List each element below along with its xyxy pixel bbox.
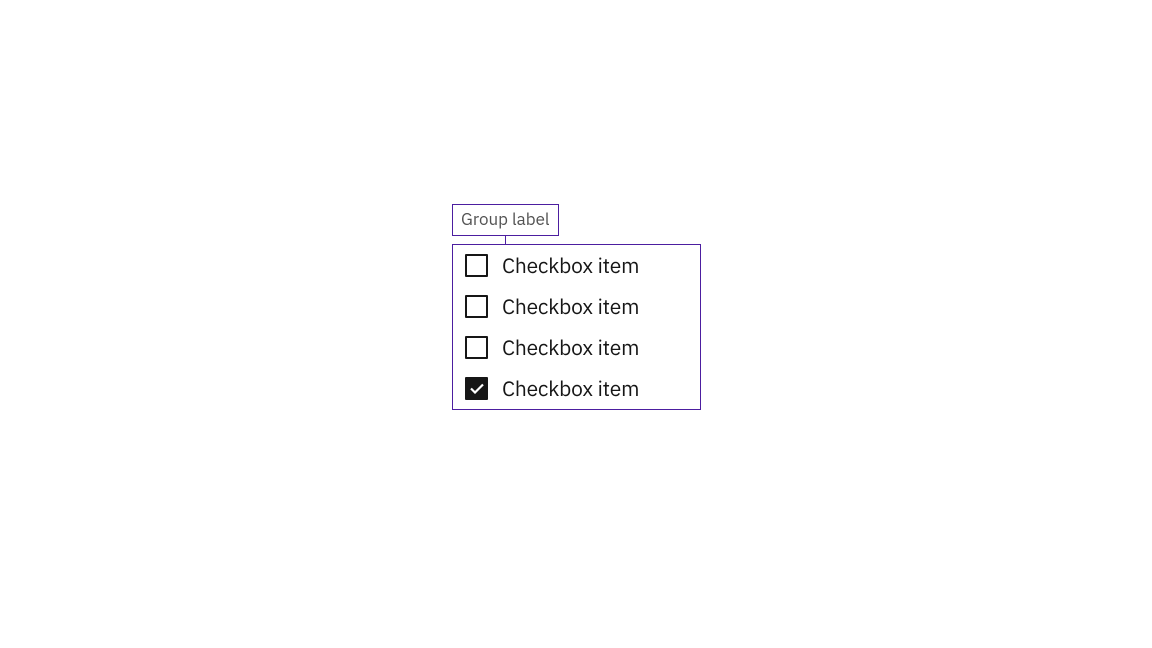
checkbox-item[interactable]: Checkbox item: [465, 253, 688, 278]
checkbox-checked-icon[interactable]: [465, 377, 488, 400]
checkbox-item[interactable]: Checkbox item: [465, 294, 688, 319]
checkbox-item-label: Checkbox item: [502, 253, 639, 278]
checkbox-group: Group label Checkbox item Checkbox item …: [452, 204, 701, 410]
checkbox-item-label: Checkbox item: [502, 376, 639, 401]
checkbox-item-label: Checkbox item: [502, 335, 639, 360]
group-label-text: Group label: [461, 208, 550, 230]
checkbox-item[interactable]: Checkbox item: [465, 335, 688, 360]
checkbox-unchecked-icon[interactable]: [465, 254, 488, 277]
checkbox-unchecked-icon[interactable]: [465, 295, 488, 318]
group-label: Group label: [452, 204, 559, 236]
checkbox-item-label: Checkbox item: [502, 294, 639, 319]
checkbox-list: Checkbox item Checkbox item Checkbox ite…: [452, 244, 701, 411]
checkbox-item[interactable]: Checkbox item: [465, 376, 688, 401]
checkbox-unchecked-icon[interactable]: [465, 336, 488, 359]
